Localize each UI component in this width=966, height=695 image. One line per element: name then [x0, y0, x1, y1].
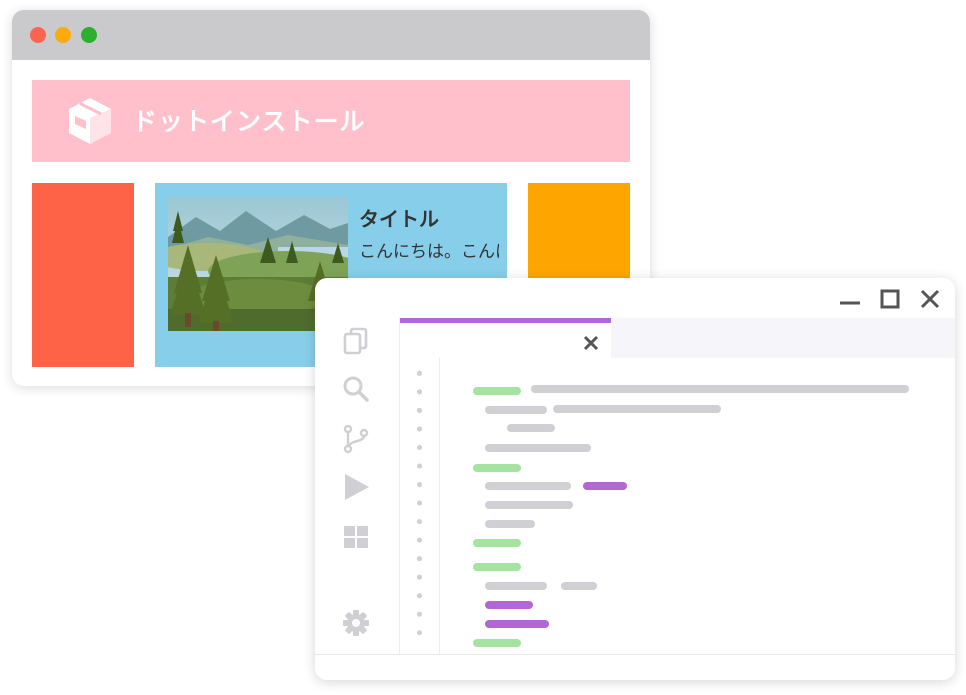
site-header: ドットインストール — [32, 80, 630, 162]
files-icon[interactable] — [341, 326, 371, 356]
maximize-icon[interactable] — [877, 286, 903, 312]
close-icon[interactable] — [582, 334, 600, 352]
run-icon[interactable] — [341, 472, 371, 502]
activity-bar — [315, 318, 400, 654]
tab-strip — [400, 318, 955, 358]
browser-title-bar — [12, 10, 650, 60]
close-icon[interactable] — [917, 286, 943, 312]
extensions-icon[interactable] — [341, 522, 371, 552]
card-text: こんにちは。こんにちは。こんにちは。 — [359, 242, 499, 262]
maximize-window-button[interactable] — [81, 27, 97, 43]
code-editor-window — [315, 278, 955, 680]
site-logo-text[interactable]: ドットインストール — [132, 102, 366, 142]
close-window-button[interactable] — [30, 27, 46, 43]
code-lines[interactable] — [441, 358, 955, 654]
box-logo-icon — [69, 98, 111, 144]
editor-tab[interactable] — [400, 318, 611, 358]
line-number-gutter — [416, 358, 440, 654]
left-column-block — [32, 183, 134, 367]
minimize-window-button[interactable] — [55, 27, 71, 43]
gear-icon[interactable] — [341, 608, 371, 638]
status-bar — [315, 654, 955, 680]
minimize-icon[interactable] — [837, 286, 863, 312]
card-title: タイトル — [359, 207, 439, 231]
search-icon[interactable] — [341, 374, 371, 404]
source-control-icon[interactable] — [341, 424, 371, 454]
